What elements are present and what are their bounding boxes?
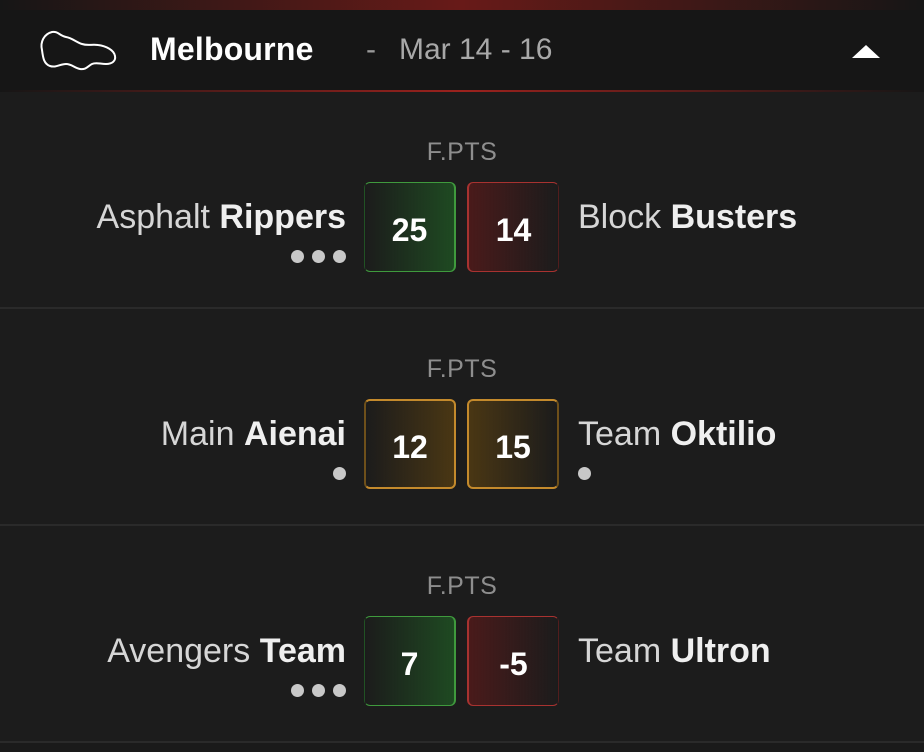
status-dot-right (578, 467, 591, 481)
right-team-name[interactable]: Team Ultron (578, 632, 771, 671)
left-team-first-name: Main (160, 415, 235, 453)
right-team-score: 14 (467, 182, 559, 272)
matchup-row[interactable]: F.PTS Avengers Team 7 -5 Team Ultron (0, 526, 924, 743)
dot (312, 684, 325, 697)
right-team-first-name: Block (578, 198, 662, 236)
right-team-last-name: Busters (670, 198, 798, 236)
left-team-score: 7 (364, 616, 456, 706)
matchup-row[interactable]: F.PTS Main Aienai 12 15 Team Oktilio (0, 309, 924, 526)
track-outline-icon (40, 30, 117, 71)
status-dot-left (333, 467, 346, 481)
right-team-first-name: Team (578, 415, 662, 453)
title-separator: - (366, 33, 376, 66)
right-team-score: 15 (467, 399, 559, 489)
fantasy-points-label: F.PTS (426, 355, 498, 383)
left-team-score: 25 (364, 182, 456, 272)
dot (312, 250, 325, 263)
left-team-last-name: Aienai (243, 415, 346, 453)
left-team-name[interactable]: Main Aienai (161, 415, 346, 454)
right-team-first-name: Team (578, 632, 662, 670)
right-team-name[interactable]: Block Busters (578, 198, 797, 237)
left-team-name[interactable]: Asphalt Rippers (97, 198, 346, 237)
left-team-name[interactable]: Avengers Team (107, 632, 346, 671)
fantasy-points-label: F.PTS (426, 138, 498, 166)
more-options-icon[interactable] (291, 684, 346, 698)
race-header[interactable]: Melbourne - Mar 14 - 16 (0, 0, 924, 92)
dot (333, 684, 346, 697)
left-team-last-name: Team (259, 632, 346, 670)
fantasy-points-label: F.PTS (426, 572, 498, 600)
left-team-score: 12 (364, 399, 456, 489)
more-options-icon[interactable] (291, 250, 346, 264)
left-team-first-name: Avengers (107, 632, 251, 670)
left-team-first-name: Asphalt (96, 198, 210, 236)
race-dates: Mar 14 - 16 (399, 33, 553, 66)
matchup-row[interactable]: F.PTS Asphalt Rippers 25 14 Block Buster… (0, 92, 924, 309)
dot (333, 250, 346, 263)
right-team-score: -5 (467, 616, 559, 706)
dot (291, 250, 304, 263)
left-team-last-name: Rippers (219, 198, 346, 236)
chevron-up-icon[interactable] (850, 42, 882, 60)
right-team-last-name: Ultron (670, 632, 771, 670)
right-team-name[interactable]: Team Oktilio (578, 415, 776, 454)
right-team-last-name: Oktilio (670, 415, 777, 453)
dot (333, 467, 346, 480)
circuit-name: Melbourne (150, 31, 314, 67)
dot (291, 684, 304, 697)
header-top-accent (0, 0, 924, 10)
dot (578, 467, 591, 480)
